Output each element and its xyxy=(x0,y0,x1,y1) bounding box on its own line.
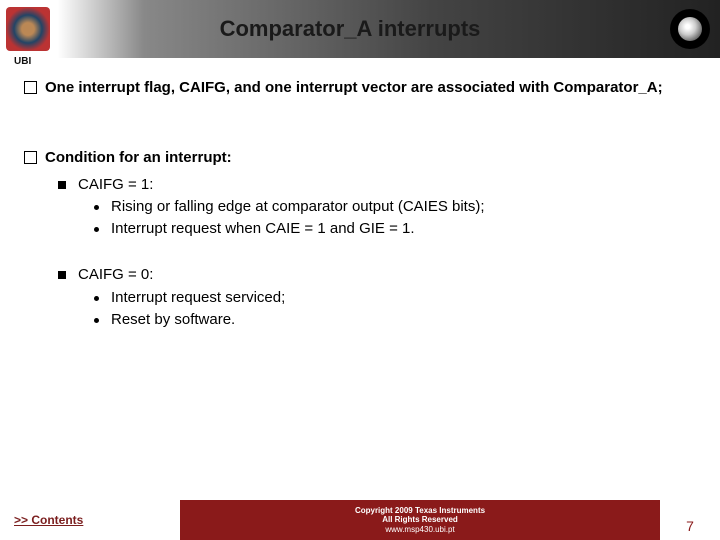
dot-icon xyxy=(94,227,99,232)
bullet-level1: Condition for an interrupt: xyxy=(24,148,696,168)
bullet-level1: One interrupt flag, CAIFG, and one inter… xyxy=(24,78,696,98)
slide-footer: >> Contents Copyright 2009 Texas Instrum… xyxy=(0,500,720,540)
slide-title: Comparator_A interrupts xyxy=(30,16,670,42)
bullet-level3: Interrupt request serviced; xyxy=(24,288,696,308)
dot-icon xyxy=(94,318,99,323)
bullet-text: CAIFG = 1: xyxy=(78,175,153,195)
bullet-text: Rising or falling edge at comparator out… xyxy=(111,197,485,217)
square-outline-icon xyxy=(24,151,37,164)
square-outline-icon xyxy=(24,81,37,94)
bullet-level3: Interrupt request when CAIE = 1 and GIE … xyxy=(24,219,696,239)
bullet-text: Condition for an interrupt: xyxy=(45,148,696,168)
bullet-text: Reset by software. xyxy=(111,310,235,330)
bullet-level2: CAIFG = 1: xyxy=(24,175,696,195)
rights-line: All Rights Reserved xyxy=(180,515,660,525)
square-solid-icon xyxy=(58,271,66,279)
bullet-text: Interrupt request serviced; xyxy=(111,288,285,308)
dot-icon xyxy=(94,205,99,210)
url-line: www.msp430.ubi.pt xyxy=(180,525,660,535)
bullet-text: One interrupt flag, CAIFG, and one inter… xyxy=(45,78,696,98)
bullet-level2: CAIFG = 0: xyxy=(24,265,696,285)
ubi-label: UBI xyxy=(14,56,31,67)
page-number: 7 xyxy=(660,500,720,540)
footer-copyright: Copyright 2009 Texas Instruments All Rig… xyxy=(180,500,660,540)
contents-link[interactable]: >> Contents xyxy=(0,500,180,540)
square-solid-icon xyxy=(58,181,66,189)
bullet-text: CAIFG = 0: xyxy=(78,265,153,285)
bullet-level3: Reset by software. xyxy=(24,310,696,330)
copyright-line: Copyright 2009 Texas Instruments xyxy=(180,506,660,516)
slide-header: Comparator_A interrupts xyxy=(0,0,720,58)
ti-logo xyxy=(670,9,710,49)
bullet-level3: Rising or falling edge at comparator out… xyxy=(24,197,696,217)
slide-content: One interrupt flag, CAIFG, and one inter… xyxy=(0,58,720,330)
dot-icon xyxy=(94,296,99,301)
bullet-text: Interrupt request when CAIE = 1 and GIE … xyxy=(111,219,415,239)
